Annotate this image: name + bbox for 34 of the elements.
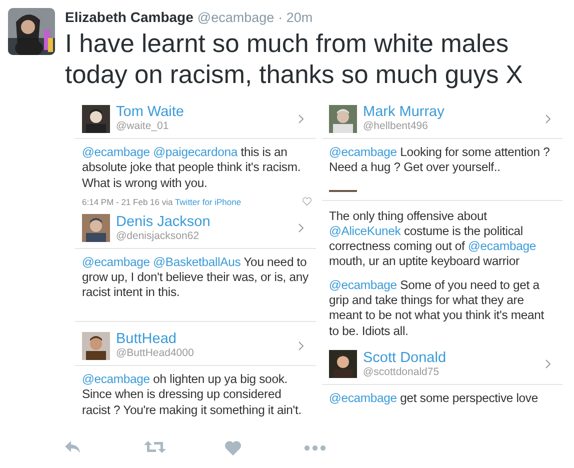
author-name[interactable]: Elizabeth Cambage <box>65 8 194 26</box>
user-handle[interactable]: @scottdonald75 <box>363 366 539 379</box>
heart-icon[interactable] <box>302 197 312 206</box>
image-strip <box>329 190 357 192</box>
user-name[interactable]: Tom Waite <box>116 104 292 120</box>
user-name[interactable]: Scott Donald <box>363 350 539 366</box>
user-handle[interactable]: @hellbent496 <box>363 120 539 133</box>
heart-icon[interactable] <box>224 440 242 456</box>
user-name[interactable]: Denis Jackson <box>116 214 292 230</box>
more-icon[interactable] <box>304 445 326 451</box>
chevron-icon[interactable] <box>298 114 304 124</box>
author-handle[interactable]: @ecambage <box>197 9 274 27</box>
reply-text: @ecambage @BasketballAus You need to grow up, I don't believe their was, or is, any racist intent in this. <box>81 254 310 302</box>
source-link[interactable]: Twitter for iPhone <box>174 196 242 207</box>
user-handle[interactable]: @denisjackson62 <box>116 230 292 243</box>
reply-text: @ecambage Some of you need to get a grip and take things for what they are meant to be not what you think it's meant to be. Idiots all. <box>328 276 545 340</box>
user-handle[interactable]: @ButtHead4000 <box>116 347 292 360</box>
chevron-icon[interactable] <box>545 359 551 370</box>
reply-text: @ecambage @paigecardona this is an absolute joke that people think it's racism. What is wrong with you. <box>81 144 302 192</box>
reply-icon[interactable] <box>64 440 82 454</box>
user-handle[interactable]: @waite_01 <box>116 120 292 133</box>
user-name[interactable]: ButtHead <box>116 331 292 348</box>
reply-text: @ecambage get some perspective love <box>328 390 540 407</box>
reply-text: @ecambage oh lighten up ya big sook. Since when is dressing up considered racist ? You're making it something it ain't. <box>81 371 302 419</box>
chevron-icon[interactable] <box>298 223 304 234</box>
reply-time: 6:14 PM - 21 Feb 16 via <box>82 196 174 207</box>
retweet-icon[interactable] <box>144 440 166 454</box>
chevron-icon[interactable] <box>545 114 551 124</box>
chevron-icon[interactable] <box>298 340 304 351</box>
reply-text: The only thing offensive about @AliceKunek costume is the political correctness coming out of @ecambage mouth, ur an uptite keyboard warrior <box>322 200 563 276</box>
reply-text: @ecambage Looking for some attention ? Need a hug ? Get over yourself.. <box>328 144 551 176</box>
tweet-time[interactable]: · 20m <box>278 9 313 27</box>
tweet-text: I have learnt so much from white males today on racism, thanks so much guys X <box>65 29 524 91</box>
user-name[interactable]: Mark Murray <box>363 104 539 120</box>
